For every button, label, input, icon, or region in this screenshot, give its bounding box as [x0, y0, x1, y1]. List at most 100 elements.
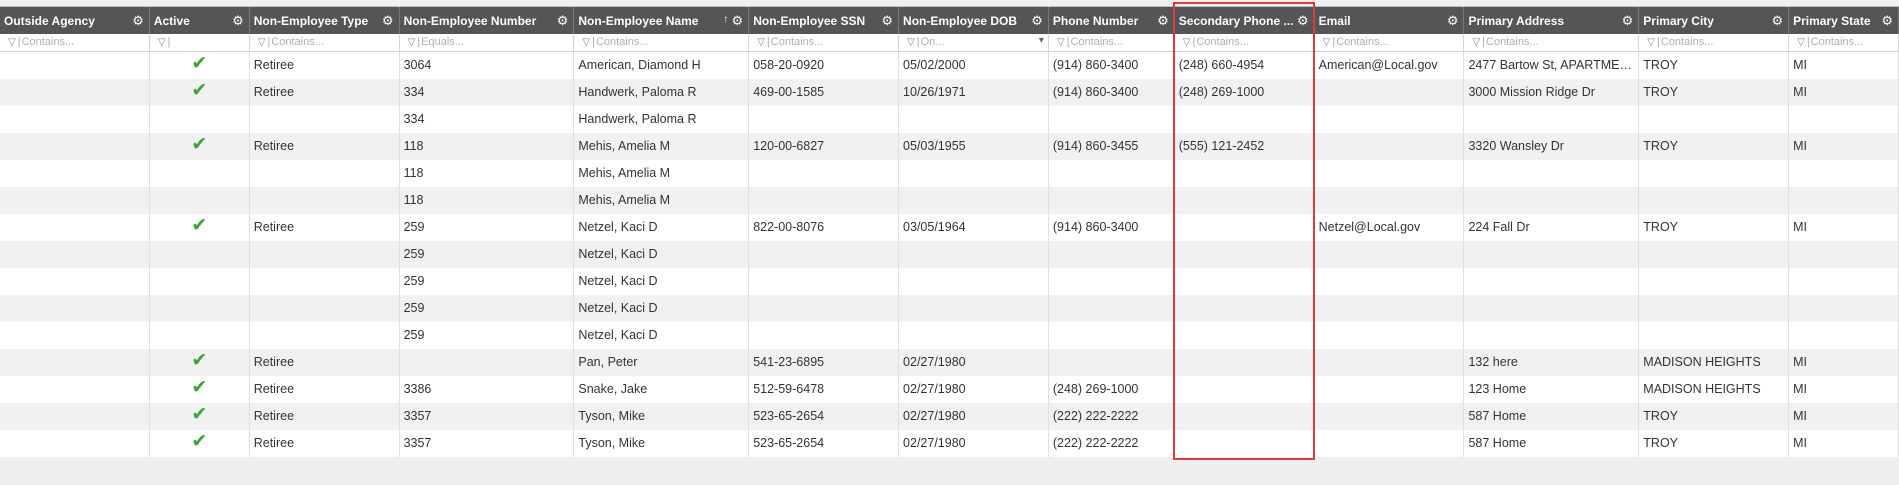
filter-icon[interactable]: ▽: [1057, 37, 1065, 48]
gear-icon[interactable]: ⚙: [732, 13, 744, 29]
filter-icon[interactable]: ▽: [158, 37, 166, 48]
table-row[interactable]: ✔ Retiree Pan, Peter 541-23-6895 02/27/1980 1…: [0, 349, 1899, 376]
filter-input[interactable]: Equals...: [421, 36, 464, 48]
cell-email: [1315, 79, 1465, 106]
table-row[interactable]: ✔ Retiree 3386 Snake, Jake 512-59-6478 02/27/…: [0, 376, 1899, 403]
cell-non-employee-name: Netzel, Kaci D: [574, 295, 750, 322]
column-header-primary-state[interactable]: Primary State ⚙: [1789, 7, 1899, 34]
column-header-secondary-phone[interactable]: Secondary Phone ... ⚙: [1175, 7, 1315, 34]
gear-icon[interactable]: ⚙: [1297, 13, 1309, 29]
cell-primary-city: [1639, 160, 1790, 187]
table-row[interactable]: 118 Mehis, Amelia M: [0, 160, 1899, 187]
filter-cell-primary-address[interactable]: ▽ |Contains...: [1464, 34, 1640, 51]
filter-input[interactable]: Contains...: [1336, 36, 1389, 48]
filter-cell-phone-number[interactable]: ▽ |Contains...: [1049, 34, 1175, 51]
filter-icon[interactable]: ▽: [1323, 37, 1331, 48]
filter-cell-non-employee-number[interactable]: ▽ |Equals...: [400, 34, 575, 51]
column-header-non-employee-type[interactable]: Non-Employee Type ⚙: [250, 7, 400, 34]
cell-non-employee-type: [250, 268, 400, 295]
filter-icon[interactable]: ▽: [1183, 37, 1191, 48]
filter-input[interactable]: Contains...: [271, 36, 324, 48]
cell-non-employee-type: [250, 187, 400, 214]
column-header-non-employee-name[interactable]: Non-Employee Name ↑ ⚙: [574, 7, 750, 34]
cell-non-employee-ssn: [749, 160, 900, 187]
column-header-non-employee-ssn[interactable]: Non-Employee SSN ⚙: [749, 7, 900, 34]
column-header-phone-number[interactable]: Phone Number ⚙: [1049, 7, 1175, 34]
filter-cell-non-employee-name[interactable]: ▽ |Contains...: [574, 34, 750, 51]
table-row[interactable]: 259 Netzel, Kaci D: [0, 241, 1899, 268]
table-row[interactable]: ✔ Retiree 334 Handwerk, Paloma R 469-00-1585…: [0, 79, 1899, 106]
filter-input[interactable]: Contains...: [596, 36, 649, 48]
filter-icon[interactable]: ▽: [1797, 37, 1805, 48]
column-header-primary-city[interactable]: Primary City ⚙: [1639, 7, 1790, 34]
gear-icon[interactable]: ⚙: [881, 13, 893, 29]
filter-cell-non-employee-dob[interactable]: ▽ |On... ▾: [899, 34, 1049, 51]
gear-icon[interactable]: ⚙: [1771, 13, 1783, 29]
filter-input[interactable]: Contains...: [771, 36, 824, 48]
column-header-label: Primary State: [1793, 14, 1871, 28]
cell-non-employee-name: Mehis, Amelia M: [574, 160, 750, 187]
table-row[interactable]: ✔ Retiree 118 Mehis, Amelia M 120-00-6827 05/…: [0, 133, 1899, 160]
filter-icon[interactable]: ▽: [258, 37, 266, 48]
gear-icon[interactable]: ⚙: [132, 13, 144, 29]
cell-active: [150, 106, 250, 133]
filter-icon[interactable]: ▽: [1472, 37, 1480, 48]
filter-cell-email[interactable]: ▽ |Contains...: [1315, 34, 1465, 51]
filter-cell-active[interactable]: ▽ |: [150, 34, 250, 51]
filter-icon[interactable]: ▽: [907, 37, 915, 48]
column-header-email[interactable]: Email ⚙: [1315, 7, 1465, 34]
table-row[interactable]: 259 Netzel, Kaci D: [0, 295, 1899, 322]
gear-icon[interactable]: ⚙: [1622, 13, 1634, 29]
gear-icon[interactable]: ⚙: [1031, 13, 1043, 29]
table-row[interactable]: ✔ Retiree 259 Netzel, Kaci D 822-00-8076 03/0…: [0, 214, 1899, 241]
filter-icon[interactable]: ▽: [8, 37, 16, 48]
filter-input[interactable]: Contains...: [1070, 36, 1123, 48]
gear-icon[interactable]: ⚙: [1447, 13, 1459, 29]
cell-phone-number: (222) 222-2222: [1049, 403, 1175, 430]
table-row[interactable]: 118 Mehis, Amelia M: [0, 187, 1899, 214]
cell-non-employee-dob: [899, 187, 1049, 214]
table-row[interactable]: ✔ Retiree 3064 American, Diamond H 058-20-09…: [0, 52, 1899, 79]
filter-separator: |: [267, 36, 271, 48]
cell-non-employee-ssn: 120-00-6827: [749, 133, 900, 160]
gear-icon[interactable]: ⚙: [1157, 13, 1169, 29]
cell-primary-address: 132 here: [1464, 349, 1640, 376]
cell-primary-state: [1789, 106, 1899, 133]
filter-icon[interactable]: ▽: [757, 37, 765, 48]
cell-non-employee-number: 259: [400, 322, 575, 349]
filter-input[interactable]: Contains...: [1661, 36, 1714, 48]
gear-icon[interactable]: ⚙: [1881, 13, 1893, 29]
filter-cell-primary-city[interactable]: ▽ |Contains...: [1639, 34, 1790, 51]
dropdown-arrow-icon[interactable]: ▾: [1039, 35, 1044, 46]
filter-input[interactable]: Contains...: [1811, 36, 1864, 48]
column-header-primary-address[interactable]: Primary Address ⚙: [1464, 7, 1640, 34]
filter-icon[interactable]: ▽: [1647, 37, 1655, 48]
column-header-outside-agency[interactable]: Outside Agency ⚙: [0, 7, 150, 34]
cell-non-employee-type: Retiree: [250, 52, 400, 79]
table-row[interactable]: 259 Netzel, Kaci D: [0, 322, 1899, 349]
cell-email: [1315, 187, 1465, 214]
filter-cell-non-employee-type[interactable]: ▽ |Contains...: [250, 34, 400, 51]
gear-icon[interactable]: ⚙: [382, 13, 394, 29]
column-header-active[interactable]: Active ⚙: [150, 7, 250, 34]
gear-icon[interactable]: ⚙: [557, 13, 569, 29]
filter-icon[interactable]: ▽: [582, 37, 590, 48]
cell-primary-city: [1639, 187, 1790, 214]
column-header-non-employee-dob[interactable]: Non-Employee DOB ⚙: [899, 7, 1049, 34]
gear-icon[interactable]: ⚙: [232, 13, 244, 29]
column-header-non-employee-number[interactable]: Non-Employee Number ⚙: [400, 7, 575, 34]
filter-input[interactable]: Contains...: [1196, 36, 1249, 48]
table-row[interactable]: ✔ Retiree 3357 Tyson, Mike 523-65-2654 02/27/…: [0, 430, 1899, 457]
filter-icon[interactable]: ▽: [408, 37, 416, 48]
filter-cell-primary-state[interactable]: ▽ |Contains...: [1789, 34, 1899, 51]
filter-input[interactable]: Contains...: [22, 36, 75, 48]
table-row[interactable]: 334 Handwerk, Paloma R: [0, 106, 1899, 133]
filter-cell-non-employee-ssn[interactable]: ▽ |Contains...: [749, 34, 900, 51]
table-row[interactable]: ✔ Retiree 3357 Tyson, Mike 523-65-2654 02/27/…: [0, 403, 1899, 430]
filter-cell-secondary-phone[interactable]: ▽ |Contains...: [1175, 34, 1315, 51]
table-row[interactable]: 259 Netzel, Kaci D: [0, 268, 1899, 295]
filter-cell-outside-agency[interactable]: ▽ |Contains...: [0, 34, 150, 51]
filter-input[interactable]: On...: [921, 36, 945, 48]
filter-input[interactable]: Contains...: [1486, 36, 1539, 48]
sort-ascending-icon[interactable]: ↑: [723, 14, 728, 25]
